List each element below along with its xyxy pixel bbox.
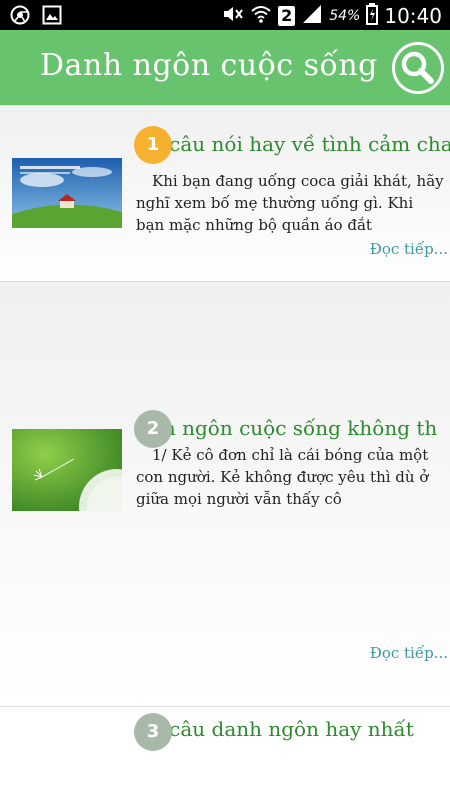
- wifi-icon: [250, 4, 272, 28]
- gallery-icon: [42, 5, 62, 29]
- battery-icon: [366, 3, 379, 29]
- item-title[interactable]: g câu nói hay về tình cảm cha: [150, 132, 450, 156]
- list-item[interactable]: 3 g câu danh ngôn hay nhất: [0, 706, 450, 800]
- item-title[interactable]: g câu danh ngôn hay nhất: [150, 717, 450, 741]
- chrome-icon: [10, 5, 30, 29]
- item-thumbnail: [12, 158, 122, 228]
- app-title: Danh ngôn cuộc sống: [40, 48, 378, 83]
- status-bar: 2 54% 10:40: [0, 0, 450, 30]
- list-item[interactable]: 1 g câu nói hay về tình cảm cha Khi bạn …: [0, 105, 450, 281]
- quote-list[interactable]: 1 g câu nói hay về tình cảm cha Khi bạn …: [0, 105, 450, 800]
- item-thumbnail: [12, 429, 122, 511]
- item-number-badge: 2: [134, 410, 172, 448]
- notification-icons: [10, 5, 62, 29]
- sim-slot-badge: 2: [278, 6, 296, 26]
- system-icons: 2 54% 10:40: [222, 3, 442, 29]
- read-more-link[interactable]: Đọc tiếp...: [370, 644, 448, 662]
- mute-icon: [222, 4, 244, 28]
- search-button[interactable]: [392, 42, 444, 94]
- search-icon: [401, 51, 434, 84]
- item-excerpt: 1/ Kẻ cô đơn chỉ là cái bóng của một con…: [136, 446, 429, 508]
- list-item[interactable]: 2 nh ngôn cuộc sống không th 1/ Kẻ cô đơ…: [0, 281, 450, 706]
- clock: 10:40: [384, 4, 442, 28]
- item-title[interactable]: nh ngôn cuộc sống không th: [150, 416, 450, 440]
- signal-icon: [301, 4, 323, 28]
- app-bar: Danh ngôn cuộc sống: [0, 30, 450, 105]
- item-number-badge: 3: [134, 713, 172, 751]
- item-number-badge: 1: [134, 126, 172, 164]
- item-excerpt: Khi bạn đang uống coca giải khát, hãy ng…: [136, 172, 444, 234]
- read-more-link[interactable]: Đọc tiếp...: [370, 240, 448, 258]
- battery-percent: 54%: [329, 8, 361, 24]
